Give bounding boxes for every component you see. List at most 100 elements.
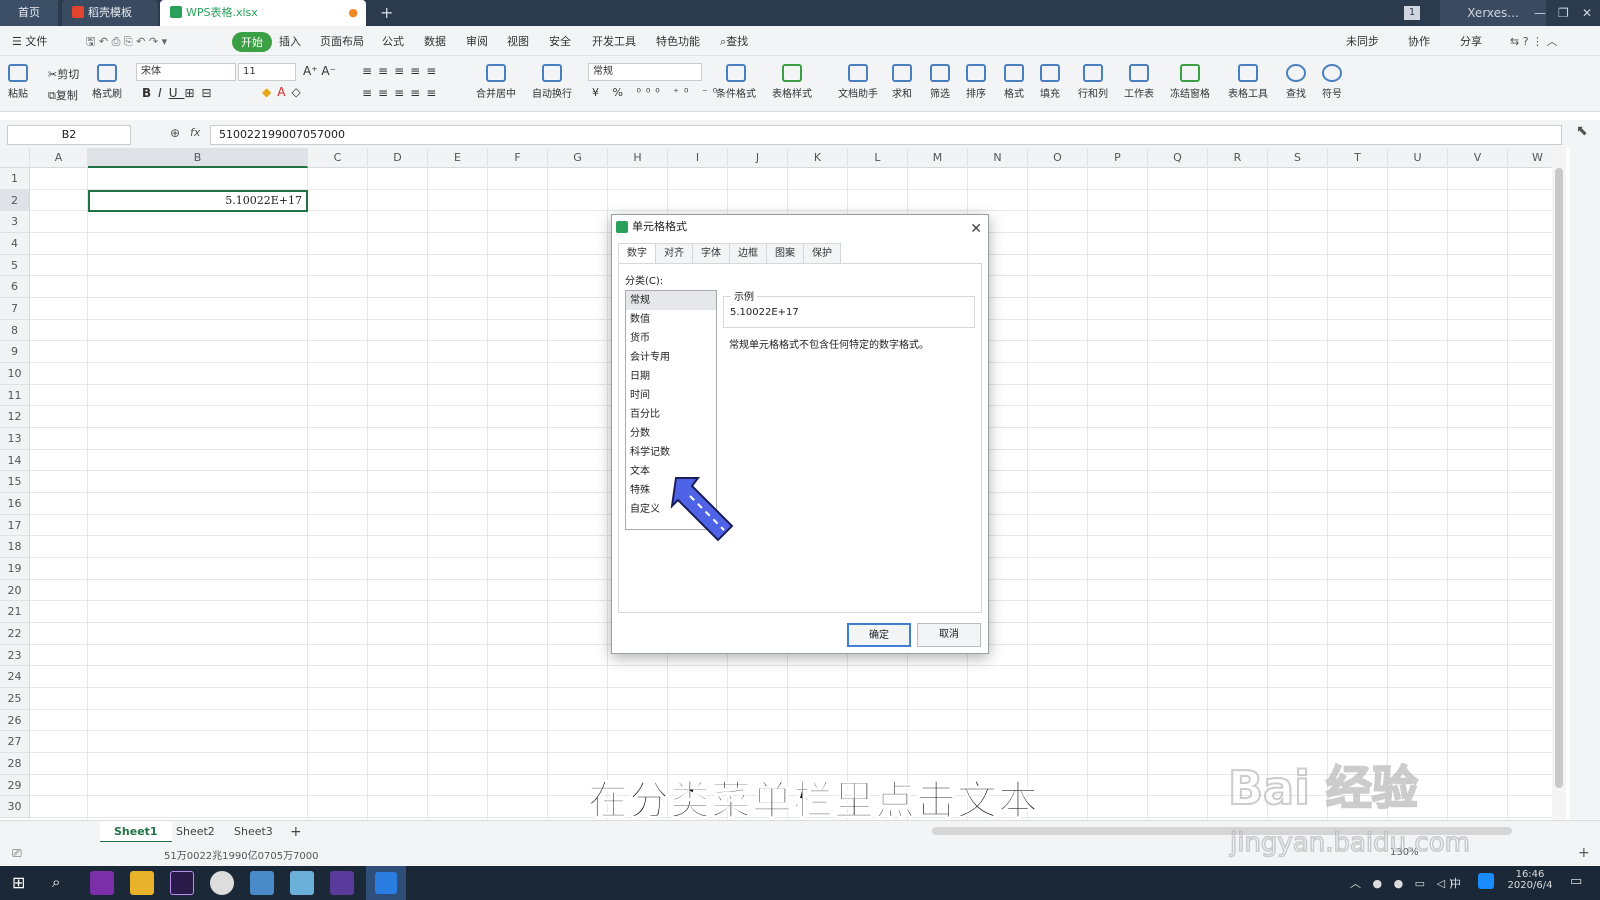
column-header-b[interactable]: B: [88, 148, 308, 168]
tab-border[interactable]: 边框: [729, 243, 767, 263]
freeze-panes-button[interactable]: 冻结窗格: [1170, 64, 1210, 100]
horizontal-align-icons[interactable]: ≡≡≡≡≡: [362, 86, 442, 100]
row-header-28[interactable]: 28: [0, 753, 30, 775]
menu-page-layout[interactable]: 页面布局: [320, 33, 364, 49]
sum-button[interactable]: 求和: [892, 64, 912, 100]
close-window-icon[interactable]: ✕: [1582, 0, 1592, 26]
dialog-titlebar[interactable]: 单元格格式 ✕: [612, 215, 988, 239]
column-header-a[interactable]: A: [30, 148, 88, 168]
menu-view[interactable]: 视图: [507, 33, 529, 49]
tab-protection[interactable]: 保护: [803, 243, 841, 263]
column-header-w[interactable]: W: [1508, 148, 1552, 168]
font-name-select[interactable]: 宋体: [136, 63, 236, 81]
rows-cols-button[interactable]: 行和列: [1078, 64, 1108, 100]
category-general[interactable]: 常规: [626, 291, 716, 310]
column-header-d[interactable]: D: [368, 148, 428, 168]
category-fraction[interactable]: 分数: [626, 424, 716, 443]
qq-icon[interactable]: [1478, 873, 1494, 889]
row-header-29[interactable]: 29: [0, 774, 30, 797]
row-header-2[interactable]: 2: [0, 189, 30, 212]
share-button[interactable]: 分享: [1460, 33, 1482, 49]
category-date[interactable]: 日期: [626, 367, 716, 386]
onenote-icon[interactable]: [90, 871, 114, 895]
windows-start-icon[interactable]: ⊞: [12, 873, 25, 892]
row-header-19[interactable]: 19: [0, 558, 30, 580]
column-header-p[interactable]: P: [1088, 148, 1148, 168]
column-header-v[interactable]: V: [1448, 148, 1508, 168]
ok-button[interactable]: 确定: [847, 623, 911, 647]
filter-button[interactable]: 筛选: [930, 64, 950, 100]
category-time[interactable]: 时间: [626, 386, 716, 405]
help-icons[interactable]: ⇆ ? ⋮ ︿: [1510, 33, 1558, 49]
row-header-12[interactable]: 12: [0, 406, 30, 429]
row-header-6[interactable]: 6: [0, 276, 30, 298]
row-header-20[interactable]: 20: [0, 579, 30, 602]
system-tray-icons[interactable]: ︿ ● ● ▭ ◁): [1350, 875, 1457, 891]
format-button[interactable]: 格式: [1004, 64, 1024, 100]
wps-taskbar-item[interactable]: [366, 866, 406, 900]
row-header-17[interactable]: 17: [0, 514, 30, 537]
ime-indicator[interactable]: 中: [1450, 875, 1461, 891]
find-button[interactable]: 查找: [1286, 64, 1306, 100]
tab-number[interactable]: 数字: [618, 243, 656, 263]
cancel-button[interactable]: 取消: [917, 623, 981, 647]
row-header-15[interactable]: 15: [0, 471, 30, 494]
tab-pattern[interactable]: 图案: [766, 243, 804, 263]
row-header-3[interactable]: 3: [0, 211, 30, 233]
cell-b2[interactable]: 5.10022E+17: [88, 190, 308, 212]
tab-templates[interactable]: 稻壳模板: [62, 0, 158, 26]
category-accounting[interactable]: 会计专用: [626, 348, 716, 367]
number-format-select[interactable]: 常规: [588, 63, 702, 81]
account-name[interactable]: Xerxes...: [1440, 0, 1546, 26]
row-header-27[interactable]: 27: [0, 731, 30, 754]
column-header-l[interactable]: L: [848, 148, 908, 168]
menu-insert[interactable]: 插入: [279, 33, 301, 49]
menu-review[interactable]: 审阅: [466, 33, 488, 49]
category-percentage[interactable]: 百分比: [626, 405, 716, 424]
row-header-26[interactable]: 26: [0, 709, 30, 732]
pen-app-icon[interactable]: [290, 871, 314, 895]
add-sheet-icon[interactable]: +: [276, 821, 316, 843]
name-box[interactable]: B2: [7, 125, 131, 145]
zoom-in-icon[interactable]: +: [1578, 845, 1590, 861]
cut-button[interactable]: ✂剪切: [48, 66, 79, 82]
fill-button[interactable]: 填充: [1040, 64, 1060, 100]
vertical-scrollbar[interactable]: [1552, 148, 1566, 820]
window-app-icon[interactable]: [250, 871, 274, 895]
tab-font[interactable]: 字体: [692, 243, 730, 263]
menu-search[interactable]: ⌕查找: [720, 33, 748, 49]
premiere-icon[interactable]: [170, 871, 194, 895]
row-header-7[interactable]: 7: [0, 298, 30, 320]
table-style-button[interactable]: 表格样式: [772, 64, 812, 100]
row-header-13[interactable]: 13: [0, 428, 30, 450]
macro-icon[interactable]: ⎚: [12, 846, 22, 861]
sheet-tab-2[interactable]: Sheet2: [162, 821, 229, 843]
fx-icon[interactable]: fx: [190, 126, 200, 139]
cursor-tool-icon[interactable]: ⬉: [1576, 123, 1588, 139]
column-header-e[interactable]: E: [428, 148, 488, 168]
column-header-o[interactable]: O: [1028, 148, 1088, 168]
column-header-j[interactable]: J: [728, 148, 788, 168]
restore-icon[interactable]: ❐: [1558, 0, 1569, 26]
row-header-22[interactable]: 22: [0, 623, 30, 645]
row-header-16[interactable]: 16: [0, 493, 30, 515]
file-menu[interactable]: ☰ 文件: [12, 33, 47, 49]
paste-button[interactable]: 粘贴: [8, 64, 28, 100]
file-explorer-icon[interactable]: [130, 871, 154, 895]
alignment-icons[interactable]: ≡≡≡≡≡: [362, 64, 442, 78]
column-header-c[interactable]: C: [308, 148, 368, 168]
player-icon[interactable]: [330, 871, 354, 895]
tab-alignment[interactable]: 对齐: [655, 243, 693, 263]
scroll-thumb[interactable]: [1555, 168, 1563, 788]
row-header-4[interactable]: 4: [0, 233, 30, 255]
column-header-h[interactable]: H: [608, 148, 668, 168]
row-header-9[interactable]: 9: [0, 341, 30, 364]
category-number[interactable]: 数值: [626, 310, 716, 329]
row-header-21[interactable]: 21: [0, 601, 30, 624]
column-header-i[interactable]: I: [668, 148, 728, 168]
wrap-text-button[interactable]: 自动换行: [532, 64, 572, 100]
column-header-g[interactable]: G: [548, 148, 608, 168]
menu-security[interactable]: 安全: [549, 33, 571, 49]
window-count-badge[interactable]: 1: [1404, 6, 1420, 20]
row-header-25[interactable]: 25: [0, 688, 30, 710]
